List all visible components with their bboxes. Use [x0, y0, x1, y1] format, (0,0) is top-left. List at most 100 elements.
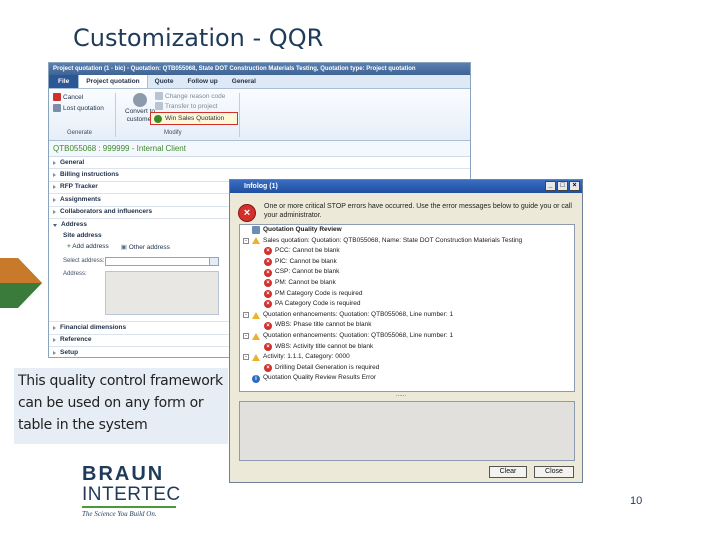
fasttab-label: General: [60, 158, 85, 166]
transfer-icon: [155, 102, 163, 110]
expand-arrow-icon: [53, 197, 56, 202]
select-address-label: Select address:: [63, 258, 105, 265]
win-sales-quotation-button[interactable]: Win Sales Quotation: [150, 112, 238, 125]
braun-intertec-logo: BRAUN INTERTEC The Science You Build On.: [82, 463, 182, 523]
cancel-icon: [53, 93, 61, 101]
tree-row-text: PCC: Cannot be blank: [275, 247, 340, 255]
error-icon: ×: [238, 204, 256, 222]
splitter-handle[interactable]: ......: [396, 392, 406, 398]
message-tree[interactable]: Quotation Quality Review - Sales quotation…: [239, 224, 575, 392]
lost-quotation-button[interactable]: Lost quotation: [53, 104, 104, 112]
other-address-button[interactable]: ▣ Other address: [121, 243, 170, 251]
fasttab-general[interactable]: General: [49, 157, 470, 170]
transfer-to-project-button[interactable]: Transfer to project: [155, 102, 218, 110]
tree-row[interactable]: - Sales quotation: Quotation: QTB055068, …: [240, 236, 574, 247]
fasttab-label: RFP Tracker: [60, 183, 98, 191]
arrow-decoration-icon: [0, 258, 42, 308]
error-icon: ×: [264, 247, 272, 256]
tree-row[interactable]: - Activity: 1.1.1, Category: 0000: [240, 352, 574, 363]
tab-project-quotation[interactable]: Project quotation: [78, 75, 148, 88]
tree-row-text: Quotation Quality Review: [263, 226, 342, 233]
expand-arrow-icon: [53, 326, 56, 331]
warning-icon: [252, 237, 260, 245]
app-tab-bar: File Project quotation Quote Follow up G…: [49, 75, 470, 89]
tree-row[interactable]: × PIC: Cannot be blank: [240, 257, 574, 268]
tree-row[interactable]: Quotation Quality Review: [240, 225, 574, 236]
tab-file[interactable]: File: [49, 75, 79, 88]
error-icon: ×: [264, 289, 272, 298]
plus-icon: +: [67, 243, 71, 251]
tree-row[interactable]: i Quotation Quality Review Results Error: [240, 373, 574, 384]
address-book-icon: ▣: [120, 244, 127, 252]
fasttab-label: Financial dimensions: [60, 323, 127, 331]
fasttab-label: Reference: [60, 336, 92, 344]
tab-quote[interactable]: Quote: [148, 75, 181, 88]
expand-arrow-icon: [53, 338, 56, 343]
address-textbox[interactable]: [105, 271, 219, 316]
ribbon-group-generate: Generate: [67, 130, 93, 136]
maximize-icon[interactable]: □: [557, 181, 568, 191]
close-button[interactable]: Close: [534, 466, 574, 478]
cancel-label: Cancel: [63, 93, 84, 101]
error-icon: ×: [264, 258, 272, 267]
tree-row-text: WBS: Phase title cannot be blank: [275, 321, 372, 329]
ribbon-separator: [239, 93, 240, 137]
tree-row-text: PA Category Code is required: [275, 300, 361, 308]
add-address-button[interactable]: + Add address: [67, 243, 109, 251]
tree-row[interactable]: - Quotation enhancements: Quotation: QTB0…: [240, 310, 574, 321]
tree-row[interactable]: - Quotation enhancements: Quotation: QTB0…: [240, 331, 574, 342]
error-icon: ×: [264, 364, 272, 373]
tree-row[interactable]: × PA Category Code is required: [240, 299, 574, 310]
tree-row-text: PIC: Cannot be blank: [275, 257, 337, 265]
caption-box: This quality control framework can be us…: [14, 368, 228, 444]
caption-text: This quality control framework can be us…: [18, 373, 223, 433]
select-address-dropdown[interactable]: [105, 257, 219, 267]
clear-button[interactable]: Clear: [489, 466, 527, 478]
tree-row[interactable]: × CSP: Cannot be blank: [240, 267, 574, 278]
tree-row-text: Sales quotation: Quotation: QTB055068, N…: [263, 236, 523, 244]
warning-icon: [252, 332, 260, 340]
expand-arrow-icon: [53, 185, 56, 190]
tree-row[interactable]: × WBS: Activity title cannot be blank: [240, 342, 574, 353]
cancel-button[interactable]: Cancel: [53, 93, 83, 101]
ribbon-group-modify: Modify: [164, 130, 182, 136]
tree-row[interactable]: × PM Category Code is required: [240, 289, 574, 300]
warning-icon: [252, 311, 260, 319]
error-icon: ×: [264, 268, 272, 277]
fasttab-label: Collaborators and influencers: [60, 208, 153, 216]
tree-expander-icon[interactable]: -: [243, 354, 249, 361]
tree-row[interactable]: × PM: Cannot be blank: [240, 278, 574, 289]
tree-row[interactable]: × Drilling Detail Generation is required: [240, 363, 574, 374]
close-icon[interactable]: ×: [569, 181, 580, 191]
tab-follow-up[interactable]: Follow up: [180, 75, 224, 88]
tree-expander-icon[interactable]: -: [243, 312, 249, 319]
warning-icon: [252, 353, 260, 361]
tree-row-text: Quotation enhancements: Quotation: QTB05…: [263, 310, 454, 318]
tree-row-text: Quotation Quality Review Results Error: [263, 374, 377, 382]
tree-row-text: WBS: Activity title cannot be blank: [275, 342, 374, 350]
tree-row-text: Quotation enhancements: Quotation: QTB05…: [263, 331, 454, 339]
change-reason-code-button[interactable]: Change reason code: [155, 92, 225, 100]
tree-row[interactable]: × WBS: Phase title cannot be blank: [240, 320, 574, 331]
tree-row[interactable]: × PCC: Cannot be blank: [240, 246, 574, 257]
minimize-icon[interactable]: _: [545, 181, 556, 191]
other-address-label: Other address: [128, 244, 170, 252]
client-bar: QTB055068 : 999999 - Internal Client: [49, 141, 470, 157]
fasttab-label: Assignments: [60, 195, 101, 203]
error-icon: ×: [264, 321, 272, 330]
ribbon: Cancel Lost quotation Convert to custome…: [49, 89, 470, 141]
app-titlebar: Project quotation (1 - bic) - Quotation:…: [49, 63, 470, 75]
tree-row-text: Activity: 1.1.1, Category: 0000: [263, 353, 350, 361]
logo-intertec: INTERTEC: [82, 484, 181, 505]
tab-general[interactable]: General: [225, 75, 263, 88]
tree-expander-icon[interactable]: -: [243, 333, 249, 340]
tree-expander-icon[interactable]: -: [243, 237, 249, 244]
detail-pane: [239, 401, 575, 461]
expand-arrow-icon: [53, 160, 56, 165]
